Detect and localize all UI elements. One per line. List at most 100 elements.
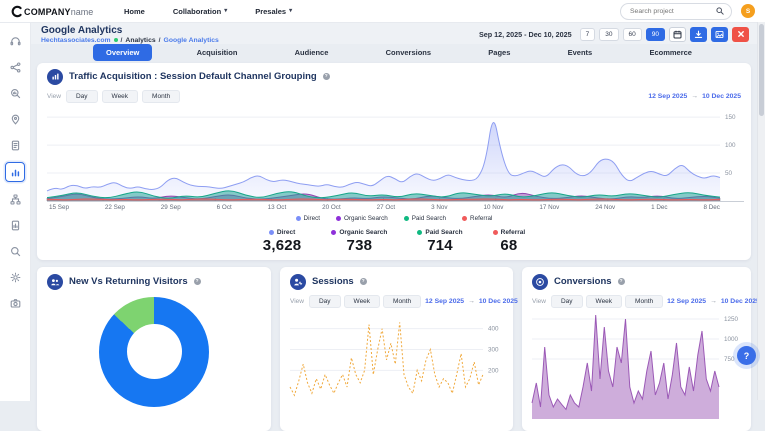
logo-c-icon: [10, 5, 23, 18]
x-axis-tick-label: 3 Nov: [431, 203, 448, 211]
breadcrumb: Hechtassociates.com / Analytics / Google…: [41, 37, 219, 44]
settings-gear-icon[interactable]: [6, 268, 24, 286]
chart-period[interactable]: 12 Sep 2025 → 10 Dec 2025: [425, 298, 518, 305]
x-axis-tick-label: 1 Dec: [651, 203, 668, 211]
view-option-button[interactable]: Month: [383, 294, 422, 308]
x-axis-tick-label: 24 Nov: [595, 203, 616, 211]
view-option-button[interactable]: Day: [550, 294, 583, 308]
svg-text:1250: 1250: [724, 316, 739, 323]
stat-value: 68: [500, 236, 518, 254]
stat-label: Organic Search: [339, 228, 388, 236]
tab[interactable]: Pages: [475, 44, 523, 61]
search-input[interactable]: [628, 6, 716, 16]
channel-stats: Direct 3,628 Organic Search 738 Paid Sea…: [47, 229, 741, 254]
view-label: View: [290, 297, 304, 305]
breadcrumb-section[interactable]: Analytics: [125, 37, 155, 44]
new-vs-returning-card: New Vs Returning Visitors: [37, 266, 271, 431]
view-option-button[interactable]: Week: [585, 294, 623, 308]
info-icon[interactable]: [359, 278, 367, 285]
project-search[interactable]: [620, 2, 732, 20]
chart-title: Traffic Acquisition : Session Default Ch…: [69, 71, 317, 82]
view-option-button[interactable]: Week: [343, 294, 381, 308]
legend-dot-icon: [295, 215, 301, 221]
document-icon[interactable]: [6, 136, 24, 154]
users-badge-icon: [47, 273, 63, 290]
left-sidebar: [0, 23, 31, 401]
tab[interactable]: Overview: [93, 43, 153, 61]
legend-item[interactable]: Referral: [462, 215, 492, 222]
hierarchy-icon[interactable]: [6, 190, 24, 208]
chart-title: Conversions: [554, 276, 612, 287]
svg-text:750: 750: [724, 356, 735, 363]
tab[interactable]: Acquisition: [184, 44, 251, 61]
legend-item[interactable]: Organic Search: [335, 215, 388, 222]
share-nodes-icon[interactable]: [6, 58, 24, 76]
search-icon[interactable]: [6, 242, 24, 260]
report-icon[interactable]: [6, 216, 24, 234]
company-logo[interactable]: COMPANYname: [10, 2, 106, 20]
location-pin-icon[interactable]: [6, 110, 24, 128]
range-preset-buttons: 7 30 60 90: [579, 27, 665, 41]
logo-text-light: name: [70, 7, 94, 17]
info-icon[interactable]: [322, 73, 330, 80]
view-option-button[interactable]: Month: [625, 294, 664, 308]
view-option-button[interactable]: Day: [65, 89, 98, 103]
x-axis-tick-label: 13 Oct: [267, 203, 287, 211]
image-export-button[interactable]: [711, 26, 728, 42]
sessions-line-chart: 200 300 400: [289, 321, 499, 397]
view-option-button[interactable]: Week: [101, 89, 139, 103]
excel-export-button[interactable]: [732, 26, 749, 42]
calendar-button[interactable]: [669, 26, 686, 42]
legend-item[interactable]: Paid Search: [403, 215, 446, 222]
channel-stat: Organic Search 738: [331, 229, 387, 254]
search-analytics-icon[interactable]: [6, 84, 24, 102]
view-option-button[interactable]: Month: [142, 89, 181, 103]
range-preset-button[interactable]: 7: [579, 27, 596, 41]
x-axis-tick-label: 27 Oct: [376, 203, 396, 211]
breadcrumb-site-link[interactable]: Hechtassociates.com: [41, 37, 111, 44]
page-scrollbar[interactable]: [757, 22, 765, 400]
menu-item-home[interactable]: Home: [124, 7, 145, 16]
page-title: Google Analytics: [41, 25, 123, 36]
x-axis-tick-label: 10 Nov: [483, 203, 504, 211]
tab[interactable]: Ecommerce: [636, 44, 705, 61]
stat-value: 714: [427, 236, 453, 254]
breadcrumb-separator: /: [158, 36, 161, 44]
svg-text:400: 400: [488, 325, 499, 332]
channel-stat: Referral 68: [492, 229, 525, 254]
stat-value: 738: [346, 236, 373, 254]
chart-title: Sessions: [312, 276, 354, 287]
svg-text:300: 300: [488, 346, 499, 353]
range-preset-button[interactable]: 30: [599, 27, 619, 41]
menu-item-presales[interactable]: Presales: [255, 7, 292, 16]
bar-chart-icon[interactable]: [5, 162, 25, 182]
legend-dot-icon: [335, 215, 341, 221]
info-icon[interactable]: [617, 278, 625, 285]
tab[interactable]: Events: [555, 44, 606, 61]
legend-item[interactable]: Direct: [295, 215, 320, 222]
menu-item-collaboration[interactable]: Collaboration: [173, 7, 227, 16]
search-icon[interactable]: [716, 7, 724, 15]
arrow-right-icon: →: [468, 297, 475, 305]
breadcrumb-current: Google Analytics: [163, 36, 219, 44]
view-label: View: [532, 297, 546, 305]
download-button[interactable]: [690, 26, 707, 42]
range-preset-button[interactable]: 90: [645, 27, 665, 41]
tab[interactable]: Audience: [282, 44, 342, 61]
view-option-button[interactable]: Day: [308, 294, 341, 308]
info-icon[interactable]: [193, 278, 201, 285]
scrollbar-thumb[interactable]: [759, 24, 764, 116]
x-axis-tick-label: 29 Sep: [160, 203, 181, 211]
stat-label: Paid Search: [425, 228, 463, 236]
tab[interactable]: Conversions: [373, 44, 444, 61]
traffic-acquisition-card: Traffic Acquisition : Session Default Ch…: [37, 62, 751, 260]
stat-label: Direct: [276, 228, 296, 236]
user-avatar[interactable]: S: [741, 4, 755, 18]
camera-icon[interactable]: [6, 294, 24, 312]
help-button[interactable]: ?: [737, 346, 756, 365]
support-headset-icon[interactable]: [6, 32, 24, 50]
chart-period[interactable]: 12 Sep 2025 → 10 Dec 2025: [667, 298, 760, 305]
chart-period[interactable]: 12 Sep 2025 → 10 Dec 2025: [648, 93, 741, 100]
conversions-area-chart: 750 1000 1250: [531, 314, 739, 419]
range-preset-button[interactable]: 60: [622, 27, 642, 41]
